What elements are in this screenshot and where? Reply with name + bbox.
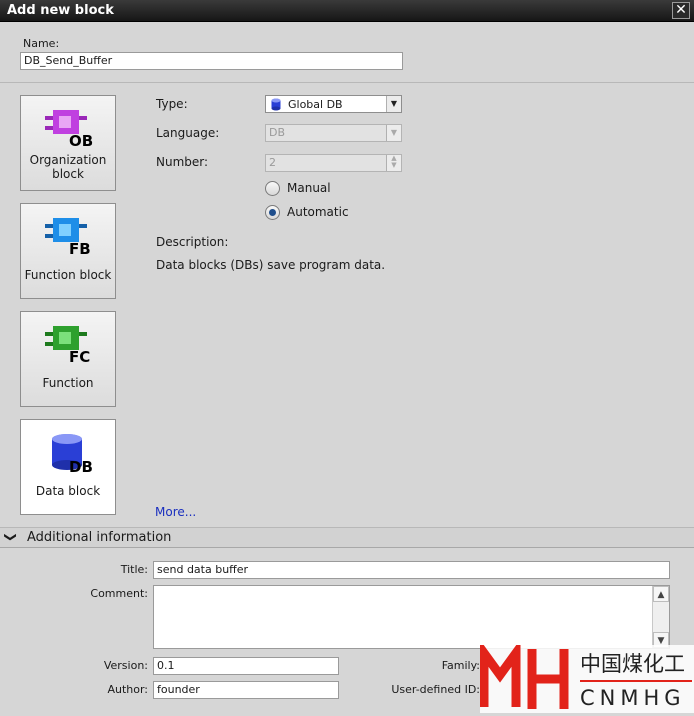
dialog-titlebar: Add new block ✕ bbox=[0, 0, 694, 22]
version-input[interactable]: 0.1 bbox=[153, 657, 339, 675]
watermark-logo-icon: 中国煤化工 CNMHG bbox=[479, 639, 694, 713]
description-label: Description: bbox=[156, 235, 229, 249]
more-link[interactable]: More... bbox=[155, 505, 196, 519]
additional-information-title: Additional information bbox=[27, 530, 172, 545]
additional-information-header[interactable]: ❯ Additional information bbox=[0, 527, 694, 548]
organization-block-label-1: Organization bbox=[29, 153, 107, 167]
function-block-label: Function block bbox=[24, 268, 112, 282]
fc-tag: FC bbox=[69, 348, 90, 364]
type-select[interactable]: Global DB ▼ bbox=[265, 95, 402, 113]
function-icon: FC bbox=[45, 326, 90, 364]
dialog-title: Add new block bbox=[7, 3, 114, 18]
data-block-label: Data block bbox=[35, 484, 101, 498]
organization-block-label-2: block bbox=[52, 167, 84, 181]
data-block-icon: DB bbox=[52, 434, 93, 472]
function-button[interactable]: FC Function bbox=[20, 311, 116, 407]
author-input[interactable]: founder bbox=[153, 681, 339, 699]
manual-label: Manual bbox=[287, 181, 331, 195]
language-select: DB ▼ bbox=[265, 124, 402, 142]
watermark-cn-text: 中国煤化工 bbox=[580, 652, 685, 676]
close-icon[interactable]: ✕ bbox=[672, 2, 690, 19]
divider bbox=[0, 82, 694, 83]
function-block-button[interactable]: FB Function block bbox=[20, 203, 116, 299]
version-label: Version: bbox=[103, 659, 148, 672]
type-value: Global DB bbox=[288, 98, 343, 111]
comment-label: Comment: bbox=[90, 587, 148, 600]
language-value: DB bbox=[269, 126, 286, 139]
author-label: Author: bbox=[107, 683, 148, 696]
chevron-down-icon[interactable]: ▼ bbox=[386, 96, 401, 112]
ob-tag: OB bbox=[69, 132, 93, 148]
family-label: Family: bbox=[441, 659, 480, 672]
language-label: Language: bbox=[156, 126, 220, 140]
organization-block-icon: OB bbox=[45, 110, 93, 148]
scroll-up-icon[interactable]: ▲ bbox=[653, 586, 669, 602]
manual-radio[interactable] bbox=[265, 181, 280, 196]
title-label: Title: bbox=[120, 563, 148, 576]
function-label: Function bbox=[42, 376, 94, 390]
automatic-radio[interactable] bbox=[265, 205, 280, 220]
type-label: Type: bbox=[156, 97, 188, 111]
chevron-down-icon: ▼ bbox=[386, 125, 401, 141]
comment-textarea[interactable]: ▲ ▼ bbox=[153, 585, 670, 649]
organization-block-button[interactable]: OB Organization block bbox=[20, 95, 116, 191]
user-defined-id-label: User-defined ID: bbox=[391, 683, 480, 696]
automatic-label: Automatic bbox=[287, 205, 349, 219]
name-label: Name: bbox=[23, 37, 60, 50]
data-block-button[interactable]: DB Data block bbox=[20, 419, 116, 515]
watermark-en-text: CNMHG bbox=[580, 686, 686, 710]
chevron-down-icon[interactable]: ❯ bbox=[4, 532, 18, 542]
db-tag: DB bbox=[69, 458, 93, 472]
fb-tag: FB bbox=[69, 240, 91, 256]
function-block-icon: FB bbox=[45, 218, 91, 256]
number-stepper: 2 ▲ ▼ bbox=[265, 154, 402, 172]
description-text: Data blocks (DBs) save program data. bbox=[156, 258, 386, 272]
database-icon bbox=[271, 98, 281, 111]
comment-scrollbar[interactable]: ▲ ▼ bbox=[652, 586, 669, 648]
number-label: Number: bbox=[156, 155, 209, 169]
title-input[interactable]: send data buffer bbox=[153, 561, 670, 579]
name-input[interactable]: DB_Send_Buffer bbox=[20, 52, 403, 70]
number-value: 2 bbox=[269, 156, 276, 169]
stepper-arrows-icon: ▲ ▼ bbox=[386, 155, 401, 171]
watermark-logo: 中国煤化工 CNMHG bbox=[479, 639, 694, 713]
